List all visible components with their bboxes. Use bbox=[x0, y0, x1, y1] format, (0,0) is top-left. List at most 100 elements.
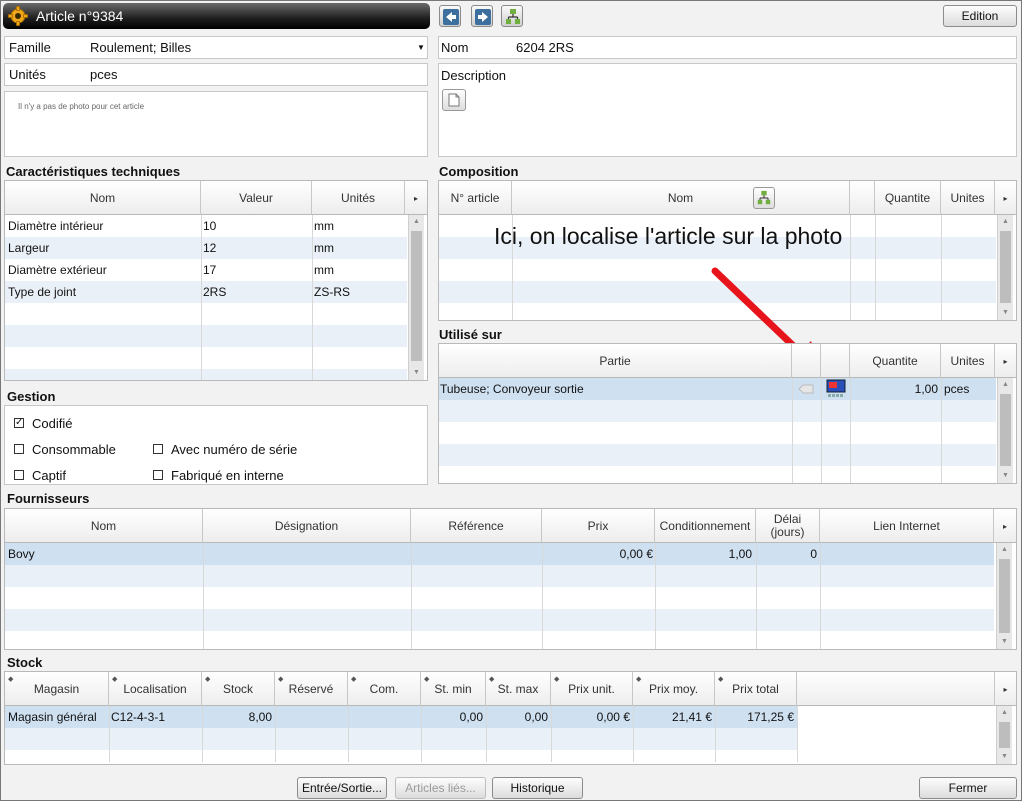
scrollbar[interactable]: ▲ ▼ bbox=[997, 215, 1013, 320]
scrollbar[interactable]: ▲ ▼ bbox=[408, 215, 424, 380]
column-menu-icon[interactable]: ▸ bbox=[994, 672, 1016, 706]
nom-field[interactable]: Nom 6204 2RS bbox=[438, 36, 1017, 59]
articles-lies-button[interactable]: Articles liés... bbox=[395, 777, 486, 799]
col-header-st-max-label: St. max bbox=[497, 681, 539, 696]
fournisseurs-grid: Nom Désignation Référence Prix Condition… bbox=[4, 508, 1017, 650]
col-header-st-max[interactable]: ◆ St. max bbox=[486, 672, 551, 706]
captif-label: Captif bbox=[32, 468, 66, 483]
stock-title: Stock bbox=[7, 655, 43, 670]
photo-area[interactable]: Il n'y a pas de photo pour cet article bbox=[4, 91, 428, 157]
col-header-localisation[interactable]: ◆ Localisation bbox=[109, 672, 202, 706]
col-header-prix-moy[interactable]: ◆ Prix moy. bbox=[633, 672, 715, 706]
tag-icon[interactable] bbox=[798, 384, 814, 394]
scrollbar[interactable]: ▲ ▼ bbox=[996, 543, 1012, 649]
photo-note: Il n'y a pas de photo pour cet article bbox=[18, 102, 145, 111]
col-header-st-min[interactable]: ◆ St. min bbox=[421, 672, 486, 706]
column-menu-icon[interactable]: ▸ bbox=[405, 181, 427, 215]
document-icon bbox=[448, 93, 460, 107]
col-header-lien-internet[interactable]: Lien Internet bbox=[820, 509, 994, 543]
table-row[interactable]: Diamètre extérieur 17 mm bbox=[5, 259, 407, 281]
col-header-quantite[interactable]: Quantite bbox=[850, 344, 941, 378]
cell-st-max: 0,00 bbox=[524, 710, 548, 724]
photo-location-icon[interactable] bbox=[826, 379, 846, 398]
col-header-blank-2[interactable] bbox=[821, 344, 850, 378]
col-header-stock[interactable]: ◆ Stock bbox=[202, 672, 275, 706]
tree-structure-icon bbox=[506, 9, 520, 24]
col-header-prix-unit-label: Prix unit. bbox=[568, 681, 615, 696]
gear-icon bbox=[8, 6, 28, 26]
table-row[interactable]: Bovy 0,00 € 1,00 0 bbox=[5, 543, 994, 565]
scrollbar[interactable]: ▲ ▼ bbox=[996, 706, 1012, 764]
entree-sortie-button[interactable]: Entrée/Sortie... bbox=[297, 777, 387, 799]
table-row[interactable]: Tubeuse; Convoyeur sortie 1,00 pces bbox=[439, 378, 996, 400]
annotation-text: Ici, on localise l'article sur la photo bbox=[494, 223, 843, 249]
table-row[interactable]: Type de joint 2RS ZS-RS bbox=[5, 281, 407, 303]
col-header-unites[interactable]: Unités bbox=[312, 181, 405, 215]
checkbox-checked-icon: ✓ bbox=[14, 417, 24, 428]
previous-article-button[interactable] bbox=[439, 5, 461, 27]
next-article-button[interactable] bbox=[471, 5, 493, 27]
arrow-right-icon bbox=[475, 9, 491, 25]
col-header-com[interactable]: ◆ Com. bbox=[348, 672, 421, 706]
col-header-unites[interactable]: Unites bbox=[941, 344, 995, 378]
add-component-button[interactable] bbox=[753, 187, 775, 209]
col-header-blank[interactable] bbox=[850, 181, 875, 215]
historique-button[interactable]: Historique bbox=[492, 777, 583, 799]
column-menu-icon[interactable]: ▸ bbox=[994, 509, 1016, 543]
col-header-reference[interactable]: Référence bbox=[411, 509, 542, 543]
description-label: Description bbox=[441, 68, 507, 83]
cell-unites: pces bbox=[944, 382, 970, 396]
cell-localisation: C12-4-3-1 bbox=[111, 710, 166, 724]
nom-label: Nom bbox=[441, 40, 469, 55]
gestion-panel: ✓ Codifié Consommable Captif Avec numéro … bbox=[4, 405, 428, 485]
fermer-button[interactable]: Fermer bbox=[919, 777, 1017, 799]
cell-conditionnement: 1,00 bbox=[728, 547, 752, 561]
col-header-prix-unit[interactable]: ◆ Prix unit. bbox=[551, 672, 633, 706]
cell-unites: mm bbox=[314, 263, 334, 277]
col-header-nom[interactable]: Nom bbox=[512, 181, 850, 215]
attach-document-button[interactable] bbox=[442, 89, 466, 111]
column-menu-icon[interactable]: ▸ bbox=[995, 344, 1016, 378]
col-header-prix-total[interactable]: ◆ Prix total bbox=[715, 672, 797, 706]
col-header-magasin[interactable]: ◆ Magasin bbox=[5, 672, 109, 706]
col-header-delai[interactable]: Délai (jours) bbox=[756, 509, 820, 543]
famille-select[interactable]: Famille Roulement; Billes ▼ bbox=[4, 36, 428, 59]
col-header-nom[interactable]: Nom bbox=[5, 509, 203, 543]
table-row[interactable]: Diamètre intérieur 10 mm bbox=[5, 215, 407, 237]
table-row[interactable]: Magasin général C12-4-3-1 8,00 0,00 0,00… bbox=[5, 706, 797, 728]
article-window: Article n°9384 Edition Famille Roulement… bbox=[0, 0, 1022, 801]
edition-button[interactable]: Edition bbox=[943, 5, 1017, 27]
unites-field[interactable]: Unités pces bbox=[4, 63, 428, 86]
cell-nom: Diamètre extérieur bbox=[8, 263, 107, 277]
col-header-partie[interactable]: Partie bbox=[439, 344, 792, 378]
description-field[interactable]: Description bbox=[438, 63, 1017, 157]
scrollbar[interactable]: ▲ ▼ bbox=[997, 378, 1013, 483]
col-header-designation[interactable]: Désignation bbox=[203, 509, 411, 543]
table-row[interactable]: Largeur 12 mm bbox=[5, 237, 407, 259]
col-header-nom-label: Nom bbox=[667, 190, 694, 205]
nom-value: 6204 2RS bbox=[516, 40, 574, 55]
col-header-valeur[interactable]: Valeur bbox=[201, 181, 312, 215]
famille-label: Famille bbox=[9, 40, 51, 55]
col-header-localisation-label: Localisation bbox=[123, 681, 187, 696]
col-header-prix[interactable]: Prix bbox=[542, 509, 655, 543]
gestion-title: Gestion bbox=[7, 389, 56, 404]
column-menu-icon[interactable]: ▸ bbox=[995, 181, 1016, 215]
cell-magasin: Magasin général bbox=[8, 710, 97, 724]
col-header-magasin-label: Magasin bbox=[33, 681, 80, 696]
fournisseurs-title: Fournisseurs bbox=[7, 491, 90, 506]
structure-button[interactable] bbox=[501, 5, 523, 27]
col-header-reserve[interactable]: ◆ Réservé bbox=[275, 672, 348, 706]
col-header-quantite[interactable]: Quantite bbox=[875, 181, 941, 215]
cell-valeur: 10 bbox=[203, 219, 217, 233]
caracteristiques-grid: Nom Valeur Unités ▸ Diamètre intérieur 1… bbox=[4, 180, 428, 381]
col-header-numero-article[interactable]: N° article bbox=[439, 181, 512, 215]
col-header-conditionnement[interactable]: Conditionnement bbox=[655, 509, 756, 543]
codifie-label: Codifié bbox=[32, 416, 73, 431]
col-header-blank-1[interactable] bbox=[792, 344, 821, 378]
chevron-down-icon: ▼ bbox=[417, 43, 425, 52]
col-header-nom[interactable]: Nom bbox=[5, 181, 201, 215]
cell-unites: mm bbox=[314, 219, 334, 233]
col-header-unites[interactable]: Unites bbox=[941, 181, 995, 215]
stock-grid: ◆ Magasin ◆ Localisation ◆ Stock ◆ Réservé ◆… bbox=[4, 671, 1017, 765]
